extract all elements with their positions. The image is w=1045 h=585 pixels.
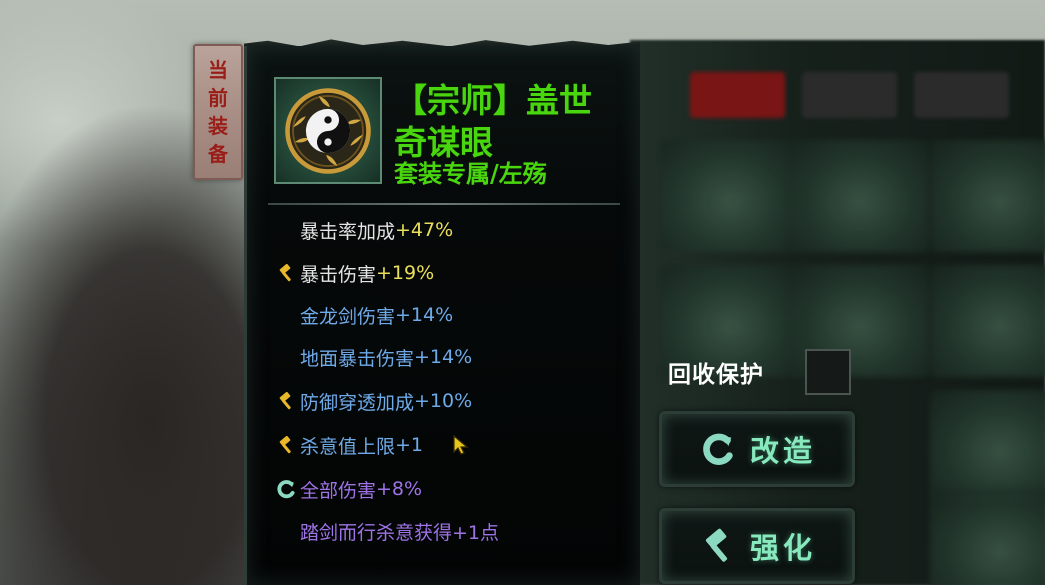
- stat-icon-spacer: [274, 519, 298, 543]
- stat-row: 防御穿透加成 +10%: [274, 386, 472, 416]
- stat-name: 杀意值上限: [300, 435, 396, 458]
- stat-row: 全部伤害 +8%: [274, 474, 422, 504]
- hammer-icon: [274, 389, 298, 413]
- stat-icon-spacer: [274, 345, 298, 369]
- mouse-cursor-icon: [453, 434, 469, 455]
- stat-value: +47%: [395, 219, 454, 241]
- stat-row: 暴击伤害 +19%: [274, 258, 434, 288]
- stat-name: 暴击伤害: [300, 263, 377, 286]
- tag-char: 备: [208, 142, 228, 166]
- inventory-slot: [930, 140, 1045, 252]
- stat-value: +19%: [376, 262, 435, 284]
- inventory-slot: [930, 490, 1045, 585]
- stat-row: 金龙剑伤害 +14%: [274, 300, 453, 330]
- stat-name: 暴击率加成: [300, 220, 396, 243]
- item-set-subtitle: 套装专属/左殇: [394, 159, 547, 188]
- reforge-icon: [274, 477, 298, 501]
- stat-name: 防御穿透加成: [300, 391, 415, 414]
- item-title: 【宗师】盖世 奇谋眼: [394, 80, 630, 164]
- reforge-button-label: 改造: [749, 434, 816, 468]
- stat-value: +14%: [395, 304, 454, 326]
- stat-row: 杀意值上限 +1: [274, 430, 423, 460]
- hammer-icon: [698, 526, 738, 566]
- tag-char: 当: [208, 58, 228, 82]
- divider: [268, 203, 620, 205]
- stat-row: 地面暴击伤害 +14%: [274, 342, 472, 372]
- inventory-tab-active: [690, 72, 785, 118]
- stat-name: 踏剑而行杀意获得: [300, 521, 453, 544]
- stat-icon-spacer: [274, 218, 298, 242]
- stat-value: +8%: [376, 478, 423, 500]
- item-icon-slot[interactable]: [274, 77, 382, 184]
- reforge-button[interactable]: 改造: [659, 411, 855, 487]
- tag-char: 装: [208, 114, 228, 138]
- enhance-button-label: 强化: [749, 531, 816, 565]
- stat-name: 金龙剑伤害: [300, 305, 396, 328]
- inventory-tabs-blurred: [680, 72, 1045, 122]
- stat-value: +14%: [414, 346, 473, 368]
- stat-name: 全部伤害: [300, 479, 377, 502]
- enhance-button[interactable]: 强化: [659, 508, 855, 584]
- recycle-protect-label: 回收保护: [668, 361, 764, 388]
- stat-icon-spacer: [274, 303, 298, 327]
- stat-value: +10%: [414, 390, 473, 412]
- yin-yang-laurel-icon: [285, 87, 371, 174]
- inventory-tab: [802, 72, 897, 118]
- hammer-icon: [274, 433, 298, 457]
- hammer-icon: [274, 261, 298, 285]
- inventory-tab: [914, 72, 1009, 118]
- current-equipment-tag: 当 前 装 备: [193, 44, 243, 180]
- inventory-slot: [660, 140, 800, 252]
- stat-value: +1点: [452, 521, 500, 544]
- inventory-slot: [930, 265, 1045, 377]
- item-title-line1: 【宗师】盖世: [394, 81, 592, 120]
- recycle-protect-checkbox[interactable]: [805, 349, 851, 395]
- inventory-slot: [790, 140, 930, 252]
- reforge-icon: [698, 429, 738, 469]
- stat-row: 暴击率加成 +47%: [274, 215, 453, 245]
- stat-row: 踏剑而行杀意获得 +1点: [274, 516, 499, 546]
- inventory-slot: [930, 390, 1045, 502]
- stat-name: 地面暴击伤害: [300, 347, 415, 370]
- tag-char: 前: [208, 86, 228, 110]
- stat-value: +1: [395, 434, 424, 456]
